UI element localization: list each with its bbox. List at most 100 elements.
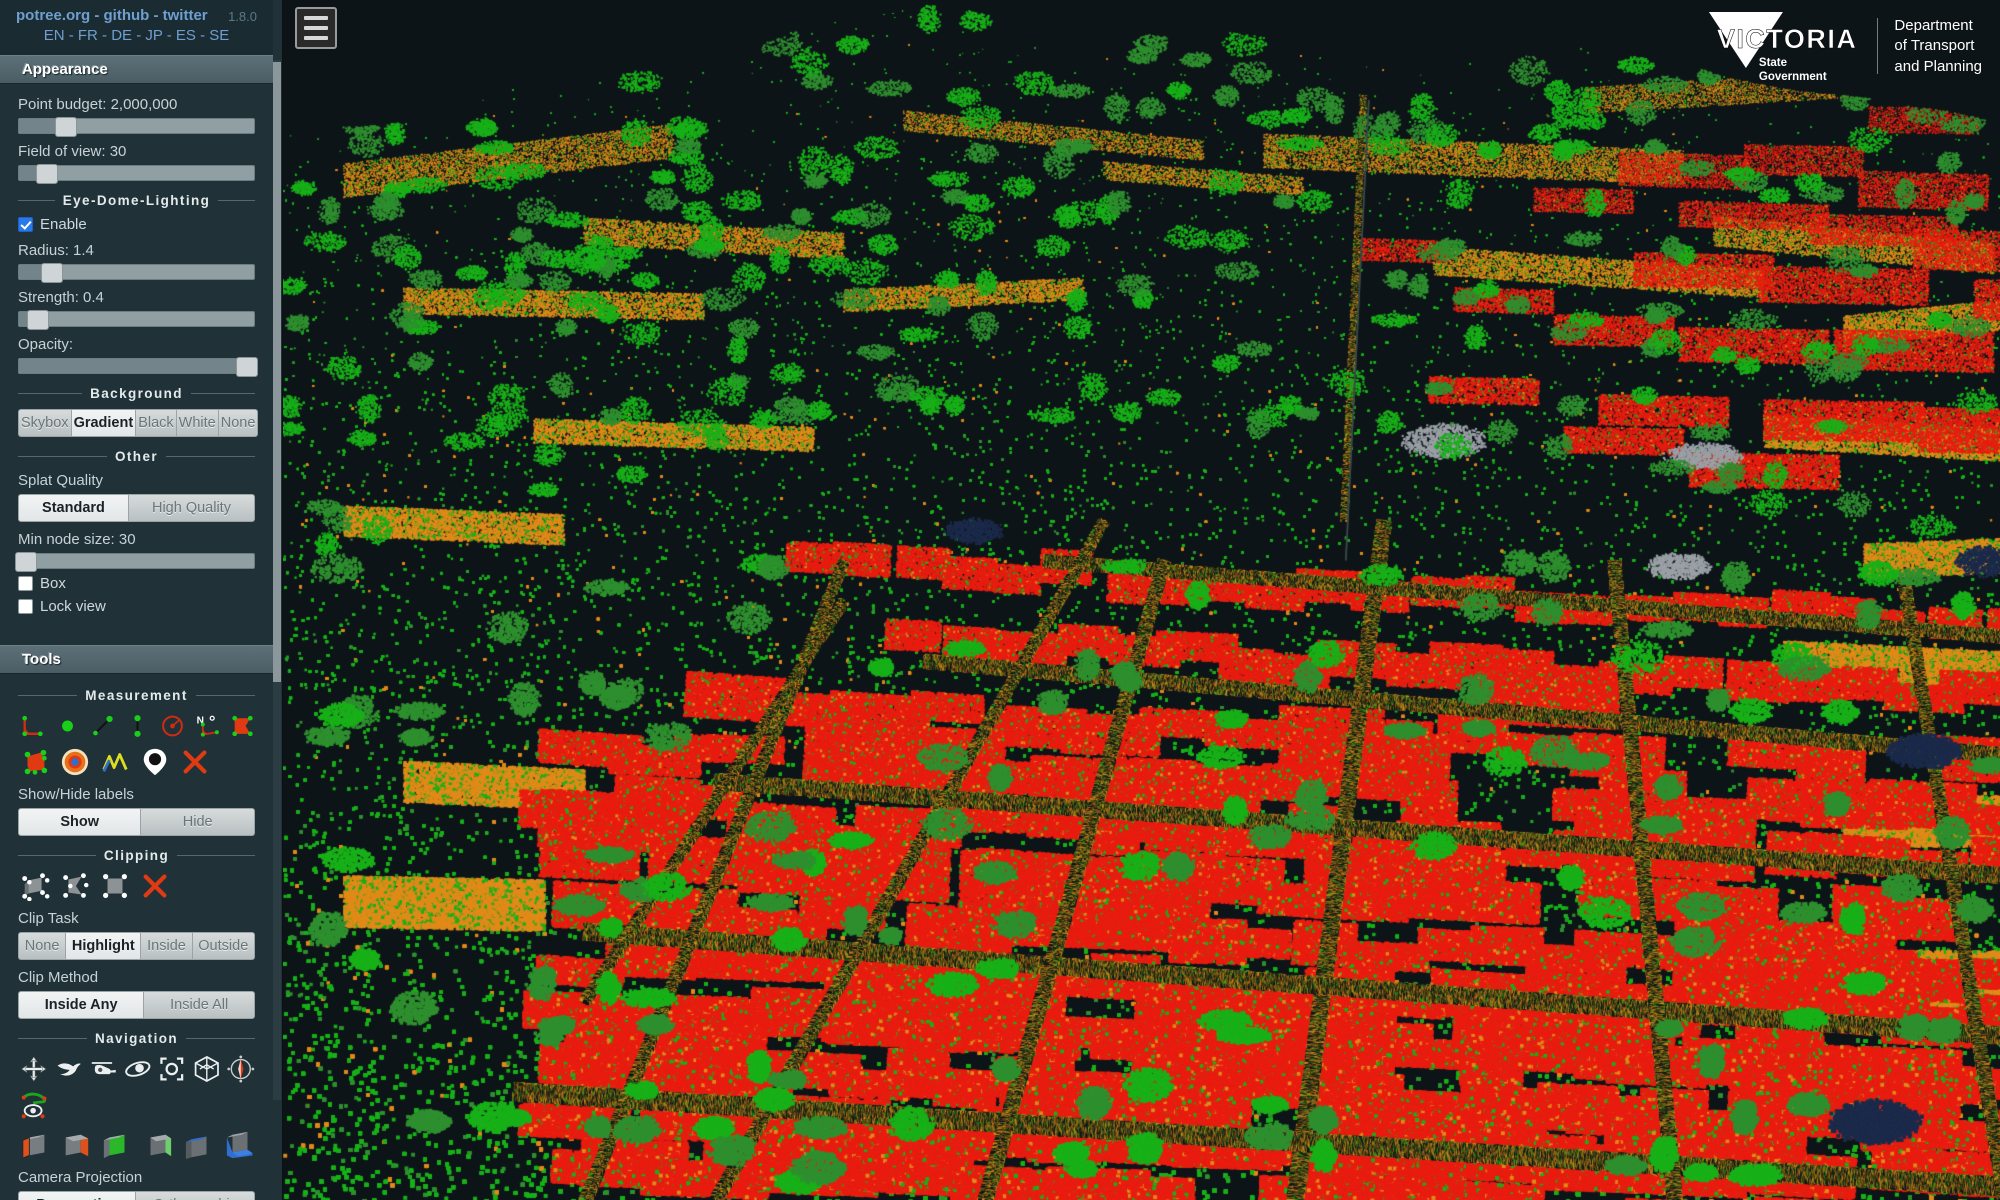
sidebar-scroll-thumb[interactable] bbox=[273, 62, 281, 682]
sidebar[interactable]: 1.8.0 potree.org - github - twitter EN -… bbox=[0, 0, 283, 1200]
pointcloud-viewport[interactable]: VICTORIA State Government Department of … bbox=[283, 0, 2000, 1200]
sphere-volume-icon[interactable] bbox=[60, 747, 90, 777]
view-top-icon[interactable] bbox=[184, 1130, 214, 1160]
labels-show-button[interactable]: Show bbox=[18, 808, 142, 836]
clip-box-icon[interactable] bbox=[100, 871, 130, 901]
camera-projection-orthographic[interactable]: Orthographic bbox=[134, 1191, 255, 1200]
remove-all-measurements-icon[interactable] bbox=[180, 747, 210, 777]
show-hide-labels-label: Show/Hide labels bbox=[18, 786, 134, 803]
clip-method-inside-all[interactable]: Inside All bbox=[143, 991, 255, 1019]
height-measure-icon[interactable] bbox=[125, 711, 150, 741]
clip-method-inside-any[interactable]: Inside Any bbox=[18, 991, 145, 1019]
menu-bar bbox=[304, 26, 328, 30]
splat-quality-button-group[interactable]: Standard High Quality bbox=[18, 494, 256, 522]
show-hide-labels-group[interactable]: Show Hide bbox=[18, 808, 255, 836]
camera-projection-group[interactable]: Perspective Orthographic bbox=[18, 1191, 255, 1200]
view-back-icon[interactable] bbox=[143, 1130, 173, 1160]
view-right-icon[interactable] bbox=[61, 1130, 91, 1160]
potree-brand-links[interactable]: potree.org - github - twitter bbox=[0, 7, 208, 24]
clip-task-inside[interactable]: Inside bbox=[140, 932, 193, 960]
background-option-skybox[interactable]: Skybox bbox=[18, 409, 72, 437]
menu-bar bbox=[304, 16, 328, 20]
logo-wordmark: VICTORIA bbox=[1716, 24, 1858, 54]
edl-strength-slider[interactable] bbox=[18, 310, 255, 330]
group-other: Other Splat Quality Standard High Qualit… bbox=[15, 449, 256, 615]
min-node-size-slider[interactable] bbox=[15, 552, 255, 572]
legend-background: Background bbox=[18, 386, 255, 401]
clip-task-outside[interactable]: Outside bbox=[191, 932, 255, 960]
area-measure-icon[interactable] bbox=[230, 711, 255, 741]
measurement-tools-row-1: N bbox=[20, 711, 255, 741]
potree-header: 1.8.0 potree.org - github - twitter EN -… bbox=[0, 0, 273, 55]
legend-clipping: Clipping bbox=[18, 848, 255, 863]
helicopter-control-icon[interactable] bbox=[89, 1054, 117, 1084]
lock-view-row[interactable]: Lock view bbox=[18, 598, 255, 615]
clip-method-group[interactable]: Inside Any Inside All bbox=[18, 991, 255, 1019]
legend-eye-dome-lighting: Eye-Dome-Lighting bbox=[18, 193, 255, 208]
camera-projection-perspective[interactable]: Perspective bbox=[18, 1191, 136, 1200]
menu-icon[interactable] bbox=[295, 7, 337, 49]
box-checkbox[interactable] bbox=[18, 576, 33, 591]
potree-version: 1.8.0 bbox=[228, 9, 257, 24]
edl-enable-row[interactable]: Enable bbox=[18, 216, 255, 233]
legend-navigation: Navigation bbox=[18, 1031, 255, 1046]
remove-clip-volumes-icon[interactable] bbox=[140, 871, 170, 901]
edl-radius-slider[interactable] bbox=[18, 263, 255, 283]
view-bottom-icon[interactable] bbox=[225, 1130, 255, 1160]
language-selector[interactable]: EN - FR - DE - JP - ES - SE bbox=[0, 24, 273, 49]
clip-task-label: Clip Task bbox=[18, 910, 79, 927]
annotation-pin-icon[interactable] bbox=[140, 747, 170, 777]
clip-task-none[interactable]: None bbox=[18, 932, 67, 960]
panel-header-tools[interactable]: Tools bbox=[0, 645, 273, 674]
min-node-size-label: Min node size: 30 bbox=[18, 531, 136, 548]
view-left-icon[interactable] bbox=[20, 1130, 50, 1160]
angle-measure-icon[interactable] bbox=[20, 711, 45, 741]
profile-icon[interactable] bbox=[100, 747, 130, 777]
field-of-view-slider[interactable] bbox=[18, 164, 255, 184]
clip-task-group[interactable]: None Highlight Inside Outside bbox=[18, 932, 255, 960]
volume-measure-icon[interactable] bbox=[20, 747, 50, 777]
background-button-group[interactable]: Skybox Gradient Black White None bbox=[18, 409, 259, 437]
legend-other: Other bbox=[18, 449, 255, 464]
flight-control-icon[interactable] bbox=[55, 1054, 83, 1084]
navigation-views-row bbox=[20, 1130, 255, 1160]
navigation-modes-row-2 bbox=[20, 1090, 255, 1120]
edl-opacity-slider[interactable] bbox=[18, 357, 258, 377]
background-option-gradient[interactable]: Gradient bbox=[70, 409, 137, 437]
clip-task-highlight[interactable]: Highlight bbox=[65, 932, 142, 960]
logo-wordblock: VICTORIA State Government bbox=[1709, 8, 1858, 85]
clip-volume-icon[interactable] bbox=[20, 871, 50, 901]
navigation-cube-icon[interactable] bbox=[20, 1090, 50, 1120]
point-measure-icon[interactable] bbox=[55, 711, 80, 741]
panel-appearance: Point budget: 2,000,000 Field of view: 3… bbox=[0, 84, 273, 645]
splat-quality-standard[interactable]: Standard bbox=[18, 494, 129, 522]
clip-polygon-icon[interactable] bbox=[60, 871, 90, 901]
earth-control-icon[interactable] bbox=[20, 1054, 48, 1084]
compass-icon[interactable] bbox=[227, 1054, 255, 1084]
group-clipping: Clipping Clip Task None Highlight Inside… bbox=[18, 848, 255, 1019]
camera-projection-label: Camera Projection bbox=[18, 1169, 143, 1186]
background-option-none[interactable]: None bbox=[217, 409, 259, 437]
pointcloud-canvas[interactable] bbox=[283, 0, 2000, 1200]
potree-application: VICTORIA State Government Department of … bbox=[0, 0, 2000, 1200]
circle-measure-icon[interactable] bbox=[160, 711, 185, 741]
panel-header-appearance[interactable]: Appearance bbox=[0, 55, 273, 84]
background-option-black[interactable]: Black bbox=[135, 409, 177, 437]
edl-enable-checkbox[interactable] bbox=[18, 217, 33, 232]
lock-view-checkbox[interactable] bbox=[18, 599, 33, 614]
menu-bar bbox=[304, 36, 328, 40]
background-option-white[interactable]: White bbox=[175, 409, 219, 437]
splat-quality-high[interactable]: High Quality bbox=[127, 494, 256, 522]
box-row[interactable]: Box bbox=[18, 575, 255, 592]
labels-hide-button[interactable]: Hide bbox=[140, 808, 255, 836]
full-extent-icon[interactable] bbox=[193, 1054, 221, 1084]
focus-scene-icon[interactable] bbox=[158, 1054, 186, 1084]
distance-measure-icon[interactable] bbox=[90, 711, 115, 741]
logo-mark: VICTORIA State Government bbox=[1708, 8, 1872, 85]
lock-view-label: Lock view bbox=[40, 598, 106, 615]
azimuth-measure-icon[interactable]: N bbox=[195, 711, 220, 741]
measurement-tools-row-2 bbox=[20, 747, 255, 777]
view-front-icon[interactable] bbox=[102, 1130, 132, 1160]
point-budget-slider[interactable] bbox=[18, 117, 255, 137]
orbit-control-icon[interactable] bbox=[124, 1054, 152, 1084]
